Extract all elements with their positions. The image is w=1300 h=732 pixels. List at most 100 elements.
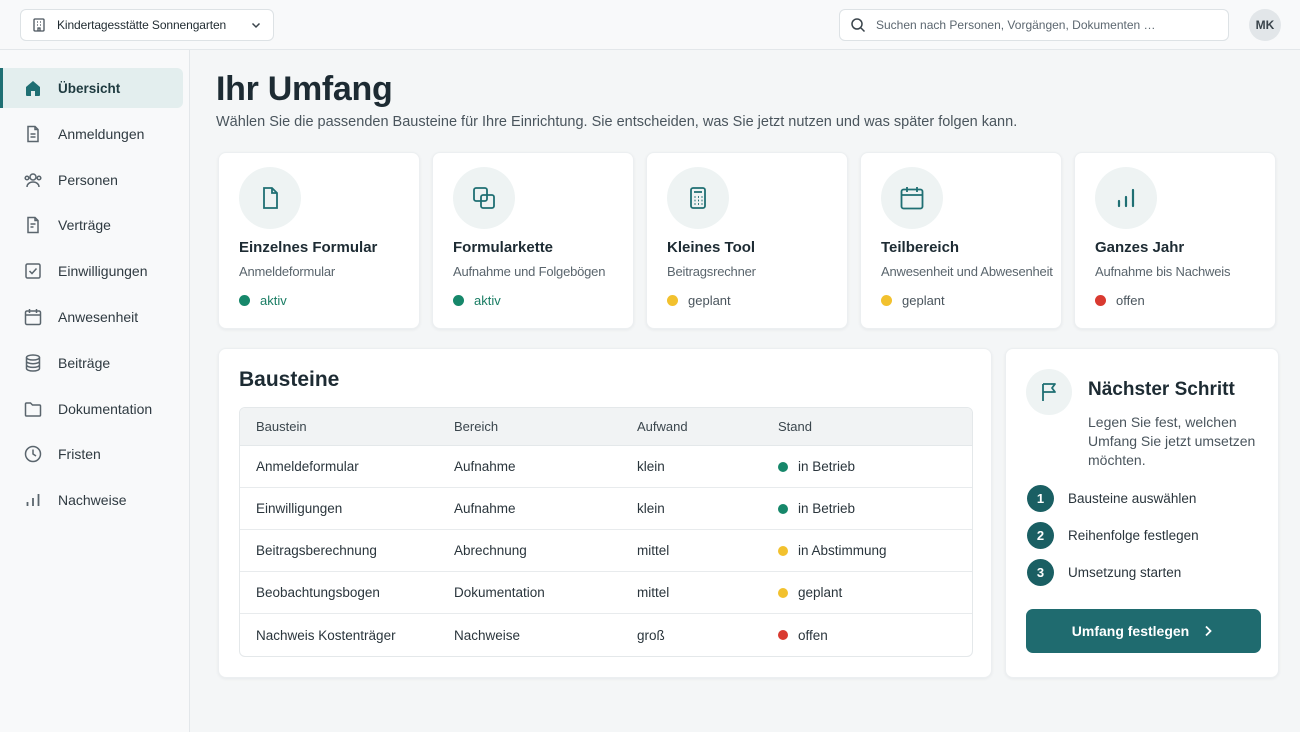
step-item: 2 Reihenfolge festlegen bbox=[1027, 521, 1199, 549]
status-label: geplant bbox=[902, 293, 945, 308]
cell-baustein: Einwilligungen bbox=[256, 501, 343, 516]
organization-select[interactable]: Kindertagesstätte Sonnengarten bbox=[20, 9, 274, 41]
status-dot bbox=[881, 295, 892, 306]
status-dot bbox=[778, 545, 788, 556]
table-row[interactable]: Beitragsberechnung Abrechnung mittel in … bbox=[240, 530, 972, 572]
status-badge: geplant bbox=[881, 293, 945, 308]
chevron-down-icon bbox=[249, 18, 263, 32]
status-dot bbox=[667, 295, 678, 306]
cell-aufwand: mittel bbox=[637, 543, 670, 558]
checkbox-icon bbox=[23, 261, 43, 281]
sidebar-item-vertraege[interactable]: Verträge bbox=[0, 205, 183, 245]
sidebar-item-anmeldungen[interactable]: Anmeldungen bbox=[0, 114, 183, 154]
scope-card-teilbereich[interactable]: Teilbereich Anwesenheit und Abwesenheit … bbox=[860, 152, 1062, 329]
next-step-panel: Nächster Schritt Legen Sie fest, welchen… bbox=[1005, 348, 1279, 678]
status-dot bbox=[778, 503, 788, 514]
cell-bereich: Aufnahme bbox=[454, 459, 516, 474]
cell-bereich: Abrechnung bbox=[454, 543, 527, 558]
table-row[interactable]: Anmeldeformular Aufnahme klein in Betrie… bbox=[240, 446, 972, 488]
card-title: Ganzes Jahr bbox=[1095, 239, 1185, 256]
scope-cards: Einzelnes Formular Anmeldeformular aktiv… bbox=[218, 152, 1276, 329]
status-label: aktiv bbox=[260, 293, 287, 308]
database-icon bbox=[23, 353, 43, 373]
status-badge: geplant bbox=[667, 293, 731, 308]
sidebar-item-personen[interactable]: Personen bbox=[0, 160, 183, 200]
cell-aufwand: mittel bbox=[637, 585, 670, 600]
button-label: Umfang festlegen bbox=[1071, 623, 1190, 639]
status-dot bbox=[778, 461, 788, 472]
cell-baustein: Beitragsberechnung bbox=[256, 543, 377, 558]
column-header[interactable]: Bereich bbox=[454, 419, 637, 434]
scope-card-ganzes-jahr[interactable]: Ganzes Jahr Aufnahme bis Nachweis offen bbox=[1074, 152, 1276, 329]
calculator-icon bbox=[667, 167, 729, 229]
cell-bereich: Nachweise bbox=[454, 627, 521, 643]
table-row[interactable]: Nachweis Kostenträger Nachweise groß off… bbox=[240, 614, 972, 656]
scope-card-kleines-tool[interactable]: Kleines Tool Beitragsrechner geplant bbox=[646, 152, 848, 329]
cell-baustein: Anmeldeformular bbox=[256, 459, 359, 474]
sidebar-item-uebersicht[interactable]: Übersicht bbox=[0, 68, 183, 108]
scope-card-einzelnes-formular[interactable]: Einzelnes Formular Anmeldeformular aktiv bbox=[218, 152, 420, 329]
contract-icon bbox=[23, 215, 43, 235]
cell-baustein: Beobachtungsbogen bbox=[256, 585, 380, 600]
home-icon bbox=[23, 78, 43, 98]
cell-baustein: Nachweis Kostenträger bbox=[256, 627, 396, 643]
status-dot bbox=[453, 295, 464, 306]
avatar[interactable]: MK bbox=[1249, 9, 1281, 41]
status-badge: aktiv bbox=[453, 293, 501, 308]
sidebar: Übersicht Anmeldungen Personen Verträge … bbox=[0, 50, 190, 732]
step-label: Reihenfolge festlegen bbox=[1068, 527, 1199, 543]
page-title: Ihr Umfang bbox=[216, 70, 393, 108]
column-header[interactable]: Stand bbox=[778, 419, 972, 434]
sidebar-item-beitraege[interactable]: Beiträge bbox=[0, 343, 183, 383]
card-title: Teilbereich bbox=[881, 239, 960, 256]
copy-icon bbox=[453, 167, 515, 229]
sidebar-item-anwesenheit[interactable]: Anwesenheit bbox=[0, 297, 183, 337]
chevron-right-icon bbox=[1201, 624, 1215, 638]
card-subtitle: Beitragsrechner bbox=[667, 264, 756, 279]
step-item: 3 Umsetzung starten bbox=[1027, 558, 1199, 586]
sidebar-item-dokumentation[interactable]: Dokumentation bbox=[0, 389, 183, 429]
bar-chart-icon bbox=[1095, 167, 1157, 229]
bausteine-table: Baustein Bereich Aufwand Stand Anmeldefo… bbox=[239, 407, 973, 657]
card-subtitle: Aufnahme bis Nachweis bbox=[1095, 264, 1231, 279]
document-icon bbox=[23, 124, 43, 144]
table-row[interactable]: Einwilligungen Aufnahme klein in Betrieb bbox=[240, 488, 972, 530]
step-item: 1 Bausteine auswählen bbox=[1027, 484, 1199, 512]
sidebar-item-einwilligungen[interactable]: Einwilligungen bbox=[0, 251, 183, 291]
organization-name: Kindertagesstätte Sonnengarten bbox=[57, 18, 227, 32]
search-input[interactable] bbox=[876, 18, 1216, 32]
column-header[interactable]: Baustein bbox=[240, 419, 454, 434]
status-label: geplant bbox=[688, 293, 731, 308]
table-row[interactable]: Beobachtungsbogen Dokumentation mittel g… bbox=[240, 572, 972, 614]
users-icon bbox=[23, 170, 43, 190]
stand-label: offen bbox=[798, 627, 828, 643]
column-header[interactable]: Aufwand bbox=[637, 419, 778, 434]
scope-card-formularkette[interactable]: Formularkette Aufnahme und Folgebögen ak… bbox=[432, 152, 634, 329]
sidebar-item-label: Beiträge bbox=[58, 354, 111, 371]
card-title: Formularkette bbox=[453, 239, 554, 256]
next-step-description: Legen Sie fest, welchen Umfang Sie jetzt… bbox=[1088, 414, 1256, 468]
sidebar-item-label: Personen bbox=[58, 171, 118, 188]
step-number: 1 bbox=[1027, 484, 1054, 512]
bausteine-panel: Bausteine Baustein Bereich Aufwand Stand… bbox=[218, 348, 992, 678]
search-box[interactable] bbox=[839, 9, 1229, 41]
cell-stand: offen bbox=[778, 628, 972, 643]
umfang-festlegen-button[interactable]: Umfang festlegen bbox=[1026, 609, 1261, 653]
step-number: 3 bbox=[1027, 558, 1054, 586]
sidebar-item-label: Übersicht bbox=[58, 80, 121, 96]
sidebar-item-label: Anmeldungen bbox=[58, 125, 145, 142]
sidebar-item-nachweise[interactable]: Nachweise bbox=[0, 480, 183, 520]
stand-label: in Abstimmung bbox=[798, 543, 887, 558]
step-label: Bausteine auswählen bbox=[1068, 490, 1197, 506]
card-title: Kleines Tool bbox=[667, 239, 756, 256]
stand-label: geplant bbox=[798, 585, 843, 600]
status-dot bbox=[778, 587, 788, 598]
table-header: Baustein Bereich Aufwand Stand bbox=[240, 408, 972, 446]
cell-stand: in Betrieb bbox=[778, 501, 972, 516]
sidebar-item-label: Verträge bbox=[58, 217, 111, 234]
flag-icon bbox=[1026, 369, 1072, 415]
cell-aufwand: klein bbox=[637, 459, 665, 474]
next-step-title: Nächster Schritt bbox=[1088, 379, 1235, 400]
card-subtitle: Anwesenheit und Abwesenheit bbox=[881, 264, 1053, 279]
sidebar-item-fristen[interactable]: Fristen bbox=[0, 434, 183, 474]
